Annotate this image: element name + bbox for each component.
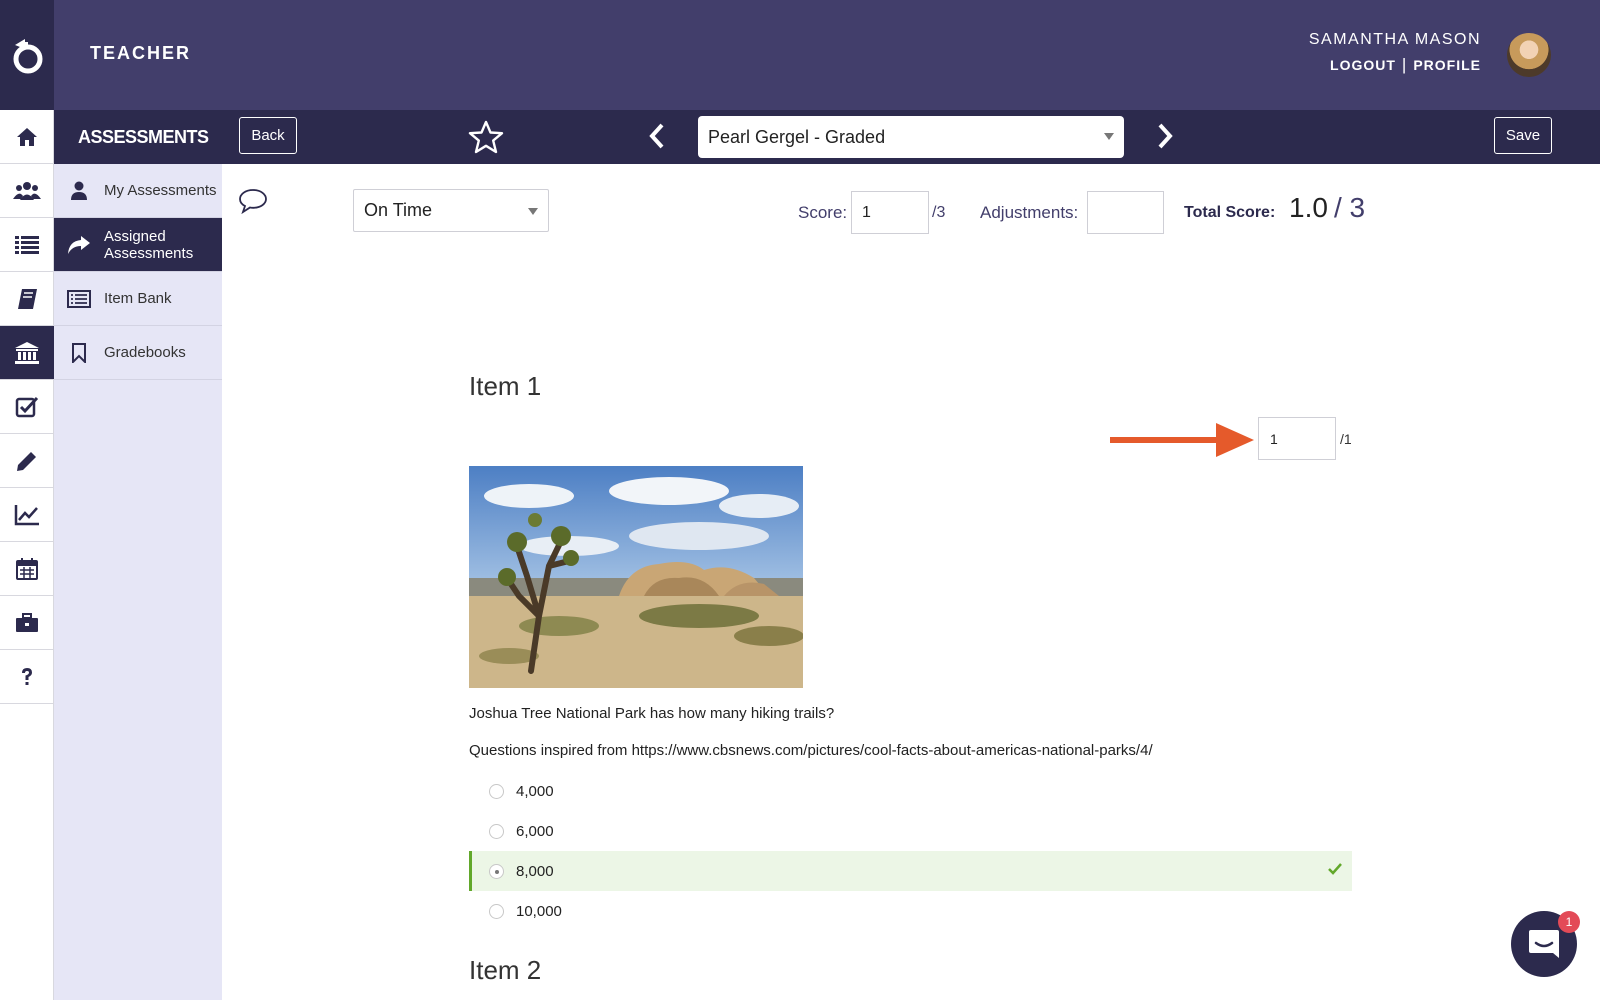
- back-button[interactable]: Back: [239, 117, 297, 154]
- previous-student-icon[interactable]: [648, 122, 666, 150]
- score-input[interactable]: 1: [851, 191, 929, 234]
- rail-item-reports[interactable]: [0, 488, 54, 542]
- subnav-item-item-bank[interactable]: Item Bank: [54, 272, 222, 326]
- app-title: TEACHER: [90, 43, 192, 63]
- chat-icon: [1529, 930, 1559, 958]
- item-1-source: Questions inspired from https://www.cbsn…: [469, 742, 1153, 759]
- logout-link[interactable]: LOGOUT: [1330, 57, 1396, 73]
- choice-option[interactable]: 10,000: [469, 891, 1352, 931]
- choice-label: 6,000: [516, 822, 554, 840]
- status-select-value: On Time: [364, 200, 433, 220]
- rail-item-list[interactable]: [0, 218, 54, 272]
- chart-icon: [14, 504, 39, 525]
- total-score-label: Total Score:: [1184, 204, 1276, 221]
- adjustments-input[interactable]: [1087, 191, 1164, 234]
- checkbox-icon: [15, 396, 39, 417]
- total-score-out-of: / 3: [1334, 192, 1366, 223]
- submission-status-select[interactable]: On Time: [353, 189, 549, 232]
- app-logo[interactable]: [0, 0, 54, 110]
- rail-item-books[interactable]: [0, 272, 54, 326]
- item-1-score-input[interactable]: 1: [1258, 417, 1336, 460]
- book-icon: [18, 288, 37, 309]
- calendar-icon: [16, 557, 38, 580]
- choice-label: 8,000: [516, 862, 554, 880]
- subnav-item-my-assessments[interactable]: My Assessments: [54, 164, 222, 218]
- rail-item-edit[interactable]: [0, 434, 54, 488]
- assessments-subnav: My Assessments Assigned Assessments Item…: [54, 164, 222, 1000]
- help-icon: [22, 667, 32, 685]
- student-select-value: Pearl Gergel - Graded: [708, 126, 886, 147]
- chevron-down-icon: [1104, 133, 1114, 140]
- briefcase-icon: [16, 612, 38, 632]
- top-header: TEACHER SAMANTHA MASON LOGOUT | PROFILE: [0, 0, 1600, 110]
- subnav-item-label: Item Bank: [104, 290, 172, 307]
- list-icon: [15, 235, 39, 254]
- subnav-item-label: Gradebooks: [104, 344, 186, 361]
- annotation-arrow-icon: [1110, 423, 1254, 457]
- users-icon: [13, 181, 41, 200]
- list-box-icon: [67, 289, 91, 308]
- choice-label: 4,000: [516, 782, 554, 800]
- user-name: SAMANTHA MASON: [1308, 31, 1481, 48]
- pencil-icon: [17, 451, 36, 471]
- assessment-toolbar: ASSESSMENTS Back Pearl Gergel - Graded S…: [54, 110, 1600, 164]
- score-label: Score:: [798, 203, 848, 222]
- rail-item-tools[interactable]: [0, 596, 54, 650]
- total-score-value: 1.0: [1289, 192, 1328, 223]
- choice-label: 10,000: [516, 902, 562, 920]
- section-title: ASSESSMENTS: [78, 127, 209, 147]
- bookmark-icon: [72, 342, 86, 363]
- star-icon[interactable]: [468, 120, 504, 154]
- choice-option-correct[interactable]: 8,000: [469, 851, 1352, 891]
- radio-button[interactable]: [489, 783, 504, 799]
- chevron-down-icon: [528, 208, 538, 215]
- subnav-item-gradebooks[interactable]: Gradebooks: [54, 326, 222, 380]
- rail-item-home[interactable]: [0, 110, 54, 164]
- choice-option[interactable]: 4,000: [469, 771, 1352, 811]
- user-links: LOGOUT | PROFILE: [1330, 55, 1481, 75]
- link-separator: |: [1401, 55, 1408, 74]
- subnav-item-assigned-assessments[interactable]: Assigned Assessments: [54, 218, 222, 272]
- adjustments-label: Adjustments:: [980, 203, 1079, 222]
- student-select[interactable]: Pearl Gergel - Graded: [698, 116, 1124, 158]
- bank-icon: [15, 341, 39, 364]
- item-1-title: Item 1: [469, 371, 542, 401]
- rail-item-users[interactable]: [0, 164, 54, 218]
- rail-item-assessments[interactable]: [0, 326, 54, 380]
- score-out-of: /3: [932, 204, 946, 221]
- radio-button[interactable]: [489, 823, 504, 839]
- choice-option[interactable]: 6,000: [469, 811, 1352, 851]
- item-1-score-out-of: /1: [1340, 431, 1352, 447]
- radio-button-selected[interactable]: [489, 863, 504, 879]
- rail-item-tasks[interactable]: [0, 380, 54, 434]
- icon-rail: [0, 110, 54, 1000]
- notification-badge: 1: [1558, 911, 1580, 933]
- rail-item-help[interactable]: [0, 650, 54, 704]
- item-2-title: Item 2: [469, 955, 542, 985]
- share-arrow-icon: [68, 235, 90, 254]
- home-icon: [17, 127, 37, 146]
- subnav-item-label: My Assessments: [104, 182, 217, 199]
- checkmark-icon: [1328, 863, 1342, 875]
- avatar[interactable]: [1507, 33, 1551, 77]
- comment-icon[interactable]: [238, 188, 268, 214]
- save-button[interactable]: Save: [1494, 117, 1552, 154]
- next-student-icon[interactable]: [1156, 122, 1174, 150]
- profile-link[interactable]: PROFILE: [1413, 57, 1481, 73]
- rail-item-calendar[interactable]: [0, 542, 54, 596]
- user-icon: [71, 181, 87, 200]
- logo-icon: [13, 39, 43, 74]
- joshua-tree-photo: [469, 466, 803, 688]
- radio-button[interactable]: [489, 903, 504, 919]
- item-1-question: Joshua Tree National Park has how many h…: [469, 705, 835, 722]
- subnav-item-label: Assigned Assessments: [104, 227, 194, 262]
